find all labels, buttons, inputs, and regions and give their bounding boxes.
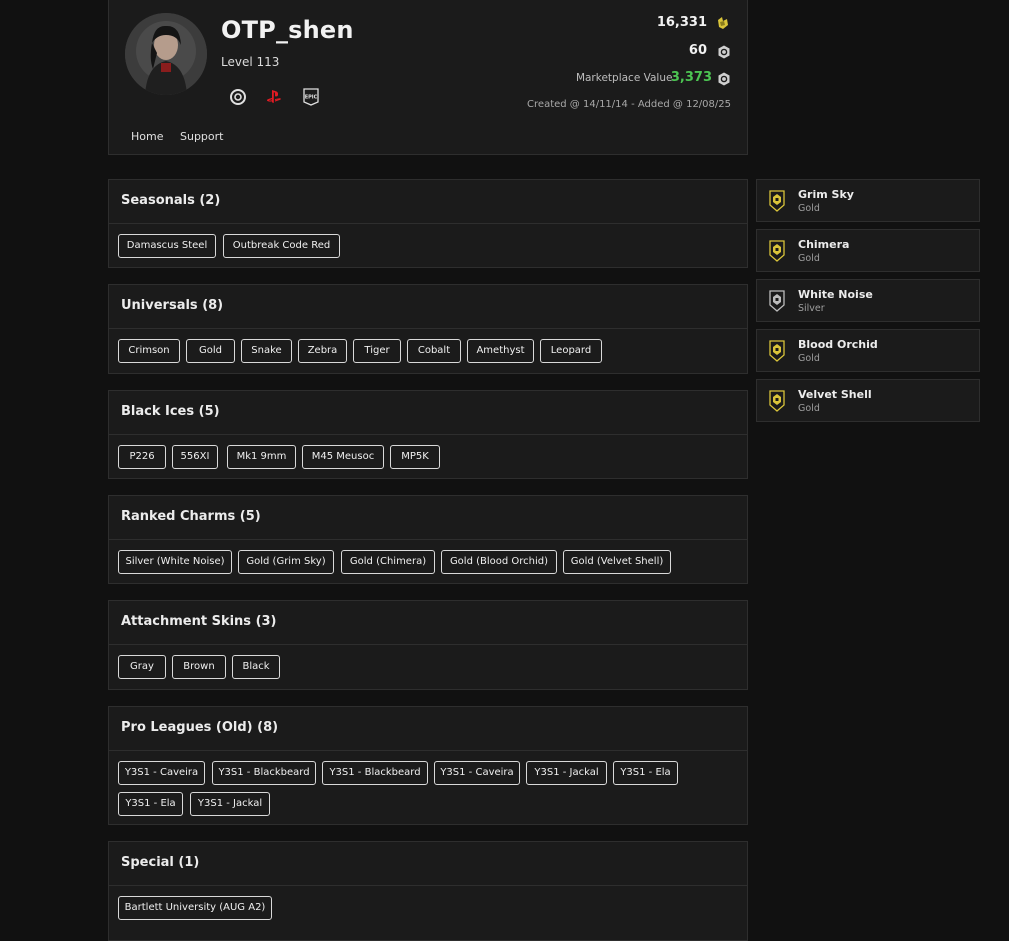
- section-title: Attachment Skins (3): [109, 601, 747, 645]
- charm-card-white-noise[interactable]: White Noise Silver: [756, 279, 980, 322]
- nav-home-link[interactable]: Home: [131, 130, 163, 143]
- skin-chip[interactable]: Brown: [172, 655, 226, 679]
- epic-logo-text: EPIC: [305, 95, 318, 101]
- charm-tier: Gold: [798, 203, 820, 214]
- skin-chip[interactable]: Amethyst: [467, 339, 534, 363]
- skin-chip[interactable]: Y3S1 - Caveira: [118, 761, 205, 785]
- player-level: Level 113: [221, 55, 280, 69]
- section-seasonals: Seasonals (2) Damascus Steel Outbreak Co…: [108, 179, 748, 268]
- charm-tier: Gold: [798, 253, 820, 264]
- skin-chip[interactable]: Gold: [186, 339, 235, 363]
- charm-tier: Silver: [798, 303, 825, 314]
- skin-chip[interactable]: Snake: [241, 339, 292, 363]
- section-title: Seasonals (2): [109, 180, 747, 224]
- section-special: Special (1) Bartlett University (AUG A2): [108, 841, 748, 941]
- r6-credits-icon: [715, 15, 731, 31]
- skin-chip[interactable]: 556XI: [172, 445, 218, 469]
- charm-chip[interactable]: Gold (Blood Orchid): [441, 550, 557, 574]
- profile-card: OTP_shen Level 113 EPIC 16,331 60 Market…: [108, 0, 748, 155]
- skin-chip[interactable]: Outbreak Code Red: [223, 234, 340, 258]
- charm-tier: Gold: [798, 403, 820, 414]
- charm-card-velvet-shell[interactable]: Velvet Shell Gold: [756, 379, 980, 422]
- account-dates: Created @ 14/11/14 - Added @ 12/08/25: [527, 99, 731, 110]
- skin-chip[interactable]: M45 Meusoc: [302, 445, 384, 469]
- skin-chip[interactable]: Y3S1 - Jackal: [190, 792, 270, 816]
- marketplace-value-label: Marketplace Value:: [575, 72, 676, 84]
- charm-card-blood-orchid[interactable]: Blood Orchid Gold: [756, 329, 980, 372]
- skin-chip[interactable]: Crimson: [118, 339, 180, 363]
- nav-support-link[interactable]: Support: [180, 130, 223, 143]
- skin-chip[interactable]: Gray: [118, 655, 166, 679]
- charm-chip[interactable]: Gold (Velvet Shell): [563, 550, 671, 574]
- section-title: Special (1): [109, 842, 747, 886]
- skin-chip[interactable]: P226: [118, 445, 166, 469]
- skin-chip[interactable]: Y3S1 - Caveira: [434, 761, 520, 785]
- charm-chip[interactable]: Gold (Grim Sky): [238, 550, 334, 574]
- section-title: Black Ices (5): [109, 391, 747, 435]
- charm-name: Grim Sky: [798, 188, 854, 201]
- playstation-icon[interactable]: [265, 88, 283, 106]
- skin-chip[interactable]: Bartlett University (AUG A2): [118, 896, 272, 920]
- section-title: Universals (8): [109, 285, 747, 329]
- skin-chip[interactable]: Y3S1 - Blackbeard: [212, 761, 316, 785]
- section-ranked-charms: Ranked Charms (5) Silver (White Noise) G…: [108, 495, 748, 584]
- skin-chip[interactable]: Cobalt: [407, 339, 461, 363]
- ubisoft-icon[interactable]: [229, 88, 247, 106]
- charm-name: Chimera: [798, 238, 850, 251]
- charm-card-chimera[interactable]: Chimera Gold: [756, 229, 980, 272]
- section-pro-leagues: Pro Leagues (Old) (8) Y3S1 - Caveira Y3S…: [108, 706, 748, 825]
- charm-name: Velvet Shell: [798, 388, 872, 401]
- epic-games-icon[interactable]: EPIC: [303, 88, 321, 106]
- section-black-ices: Black Ices (5) P226 556XI Mk1 9mm M45 Me…: [108, 390, 748, 479]
- renown-icon: [718, 44, 730, 59]
- section-attachment-skins: Attachment Skins (3) Gray Brown Black: [108, 600, 748, 690]
- section-title: Pro Leagues (Old) (8): [109, 707, 747, 751]
- charm-card-grim-sky[interactable]: Grim Sky Gold: [756, 179, 980, 222]
- marketplace-value: 3,373: [670, 70, 712, 85]
- skin-chip[interactable]: Black: [232, 655, 280, 679]
- skin-chip[interactable]: MP5K: [390, 445, 440, 469]
- charm-chip[interactable]: Gold (Chimera): [341, 550, 435, 574]
- gold-rank-charm-icon: [769, 240, 785, 262]
- skin-chip[interactable]: Y3S1 - Ela: [613, 761, 678, 785]
- section-title: Ranked Charms (5): [109, 496, 747, 540]
- avatar: [125, 13, 207, 95]
- skin-chip[interactable]: Zebra: [298, 339, 347, 363]
- charm-tier: Gold: [798, 353, 820, 364]
- charm-name: Blood Orchid: [798, 338, 878, 351]
- silver-rank-charm-icon: [769, 290, 785, 312]
- charm-name: White Noise: [798, 288, 873, 301]
- skin-chip[interactable]: Damascus Steel: [118, 234, 216, 258]
- skin-chip[interactable]: Y3S1 - Jackal: [526, 761, 607, 785]
- renown-value: 60: [688, 43, 707, 58]
- charm-chip[interactable]: Silver (White Noise): [118, 550, 232, 574]
- gold-rank-charm-icon: [769, 190, 785, 212]
- skin-chip[interactable]: Mk1 9mm: [227, 445, 296, 469]
- credits-value: 16,331: [656, 15, 707, 30]
- renown-icon: [718, 71, 730, 86]
- skin-chip[interactable]: Tiger: [353, 339, 401, 363]
- section-universals: Universals (8) Crimson Gold Snake Zebra …: [108, 284, 748, 374]
- skin-chip[interactable]: Leopard: [540, 339, 602, 363]
- skin-chip[interactable]: Y3S1 - Ela: [118, 792, 183, 816]
- gold-rank-charm-icon: [769, 340, 785, 362]
- skin-chip[interactable]: Y3S1 - Blackbeard: [322, 761, 428, 785]
- username: OTP_shen: [221, 16, 354, 44]
- gold-rank-charm-icon: [769, 390, 785, 412]
